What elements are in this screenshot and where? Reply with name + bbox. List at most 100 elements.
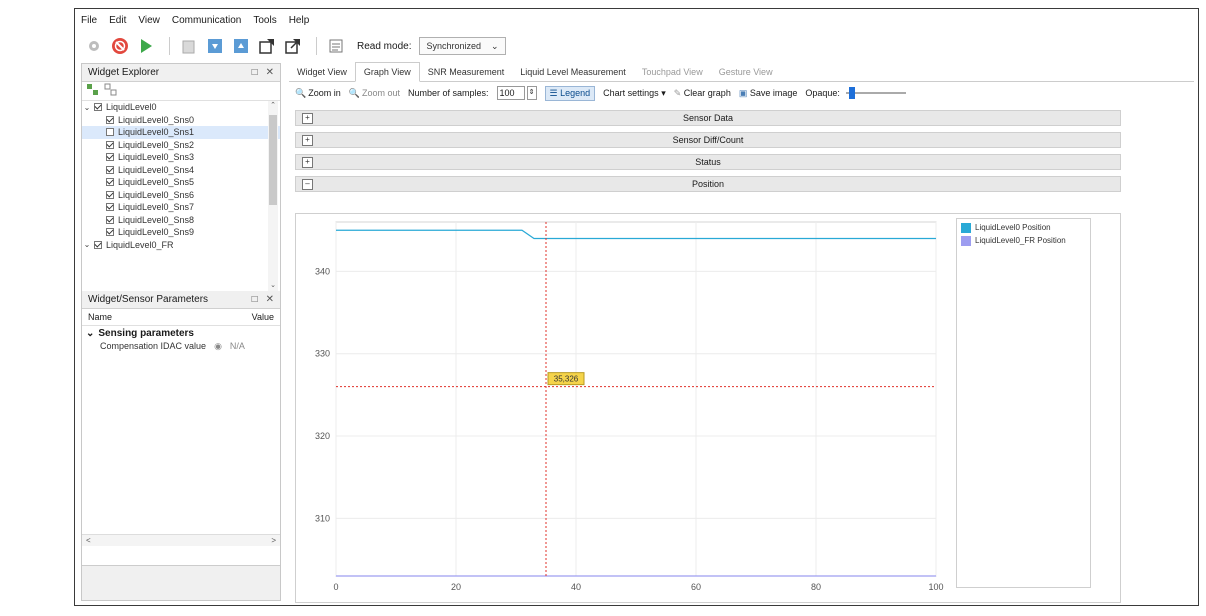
tree-item-sns0[interactable]: LiquidLevel0_Sns0 (82, 114, 280, 127)
graph-toolbar: 🔍 Zoom in 🔍 Zoom out Number of samples: … (289, 82, 1194, 104)
tree-item-sns7[interactable]: LiquidLevel0_Sns7 (82, 201, 280, 214)
scroll-right-icon[interactable]: > (271, 536, 276, 545)
play-icon[interactable] (137, 37, 155, 55)
tree-item-sns4[interactable]: LiquidLevel0_Sns4 (82, 164, 280, 177)
tree-checkbox[interactable] (106, 190, 114, 199)
tree-checkbox[interactable] (106, 228, 114, 237)
float-icon[interactable]: □ (252, 67, 258, 78)
tree-item-sns6[interactable]: LiquidLevel0_Sns6 (82, 189, 280, 202)
close-icon[interactable]: ✕ (266, 294, 274, 305)
tree-item-sns1[interactable]: LiquidLevel0_Sns1 (82, 126, 280, 139)
save-image-button[interactable]: ▣ Save image (739, 88, 798, 99)
chart-settings-button[interactable]: Chart settings ▾ (603, 88, 666, 99)
read-mode-select[interactable]: Synchronized ⌄ (419, 37, 506, 55)
gear-icon[interactable] (85, 37, 103, 55)
clear-graph-button[interactable]: ✎ Clear graph (674, 88, 731, 99)
menu-help[interactable]: Help (289, 15, 310, 26)
opaque-label: Opaque: (805, 88, 840, 98)
chevron-down-icon[interactable]: ⌄ (86, 328, 94, 339)
scroll-up-icon[interactable]: ⌃ (268, 101, 278, 111)
position-chart[interactable]: 0 20 40 60 80 100 310 320 330 340 35,326 (296, 214, 956, 602)
tab-snr-measurement[interactable]: SNR Measurement (420, 63, 513, 81)
param-group-label: Sensing parameters (98, 327, 194, 339)
tree-item-label: LiquidLevel0_Sns1 (118, 127, 195, 138)
log-icon[interactable] (327, 37, 345, 55)
read-mode-label: Read mode: (357, 40, 412, 52)
tree-checkbox[interactable] (106, 128, 114, 137)
tree-checkbox[interactable] (106, 115, 114, 124)
tree-item-sns2[interactable]: LiquidLevel0_Sns2 (82, 139, 280, 152)
float-icon[interactable]: □ (252, 294, 258, 305)
main-area: Widget View Graph View SNR Measurement L… (289, 62, 1194, 603)
tree-checkbox[interactable] (106, 153, 114, 162)
scroll-down-icon[interactable]: ⌄ (268, 281, 278, 291)
legend-item[interactable]: LiquidLevel0_FR Position (961, 236, 1086, 246)
tree-checkbox[interactable] (94, 103, 102, 112)
collapse-all-icon[interactable] (104, 83, 118, 100)
menu-tools[interactable]: Tools (253, 15, 276, 26)
open-external-icon[interactable] (284, 37, 302, 55)
x-tick-label: 100 (928, 582, 943, 592)
app-window: File Edit View Communication Tools Help (74, 8, 1199, 606)
tree-checkbox[interactable] (94, 240, 102, 249)
minus-icon[interactable]: – (302, 178, 313, 190)
plus-icon[interactable]: + (302, 156, 313, 168)
x-tick-label: 40 (571, 582, 581, 592)
scrollbar-thumb[interactable] (269, 115, 277, 205)
plus-icon[interactable]: + (302, 134, 313, 146)
download-icon[interactable] (206, 37, 224, 55)
y-tick-label: 320 (315, 431, 330, 441)
tree-checkbox[interactable] (106, 203, 114, 212)
tab-graph-view[interactable]: Graph View (354, 62, 420, 82)
samples-spinner[interactable]: ⇕ (526, 86, 537, 100)
legend-button[interactable]: ☰ Legend (544, 85, 596, 101)
expand-all-icon[interactable] (86, 83, 100, 100)
samples-input[interactable]: 100 (496, 86, 525, 100)
zoom-out-icon[interactable]: 🔍 (349, 88, 360, 99)
section-sensor-data[interactable]: + Sensor Data (295, 110, 1121, 126)
tree-item-sns5[interactable]: LiquidLevel0_Sns5 (82, 176, 280, 189)
tree-checkbox[interactable] (106, 165, 114, 174)
menu-communication[interactable]: Communication (172, 15, 241, 26)
tree-item-liquidlevel0[interactable]: ⌄ LiquidLevel0 (82, 101, 280, 114)
tree-checkbox[interactable] (106, 215, 114, 224)
menu-file[interactable]: File (81, 15, 97, 26)
stop-icon[interactable] (111, 37, 129, 55)
opaque-slider[interactable] (845, 87, 906, 99)
tree-scrollbar[interactable]: ⌃ ⌄ (268, 101, 278, 291)
tree-checkbox[interactable] (106, 140, 114, 149)
param-group-sensing[interactable]: ⌄ Sensing parameters (82, 326, 280, 340)
legend-icon: ☰ (549, 87, 558, 98)
menu-view[interactable]: View (138, 15, 160, 26)
scroll-left-icon[interactable]: < (86, 536, 91, 545)
tree-item-sns9[interactable]: LiquidLevel0_Sns9 (82, 226, 280, 239)
tree-checkbox[interactable] (106, 178, 114, 187)
params-hscrollbar[interactable]: < > (82, 534, 280, 546)
zoom-in-button[interactable]: Zoom in (308, 88, 341, 98)
tree-item-sns8[interactable]: LiquidLevel0_Sns8 (82, 214, 280, 227)
slider-knob[interactable] (848, 87, 855, 99)
chevron-down-icon[interactable]: ⌄ (82, 103, 92, 112)
legend-label: LiquidLevel0 Position (975, 223, 1051, 232)
plus-icon[interactable]: + (302, 112, 313, 124)
tab-liquid-level-measurement[interactable]: Liquid Level Measurement (512, 63, 634, 81)
tree-item-liquidlevel0-fr[interactable]: ⌄ LiquidLevel0_FR (82, 239, 280, 252)
param-row: Compensation IDAC value ◉ N/A (82, 340, 280, 352)
legend-item[interactable]: LiquidLevel0 Position (961, 223, 1086, 233)
tree-item-sns3[interactable]: LiquidLevel0_Sns3 (82, 151, 280, 164)
zoom-in-icon[interactable]: 🔍 (295, 88, 306, 99)
section-status[interactable]: + Status (295, 154, 1121, 170)
section-position[interactable]: – Position (295, 176, 1121, 192)
tab-widget-view[interactable]: Widget View (289, 63, 355, 81)
tab-gesture-view[interactable]: Gesture View (711, 63, 781, 81)
section-sensor-diff-count[interactable]: + Sensor Diff/Count (295, 132, 1121, 148)
tab-touchpad-view[interactable]: Touchpad View (634, 63, 711, 81)
upload-icon[interactable] (232, 37, 250, 55)
y-tick-label: 330 (315, 349, 330, 359)
chevron-down-icon[interactable]: ⌄ (82, 240, 92, 249)
close-icon[interactable]: ✕ (266, 67, 274, 78)
clipboard-icon[interactable] (180, 37, 198, 55)
menu-edit[interactable]: Edit (109, 15, 126, 26)
zoom-out-button[interactable]: Zoom out (362, 88, 400, 98)
export-icon[interactable] (258, 37, 276, 55)
